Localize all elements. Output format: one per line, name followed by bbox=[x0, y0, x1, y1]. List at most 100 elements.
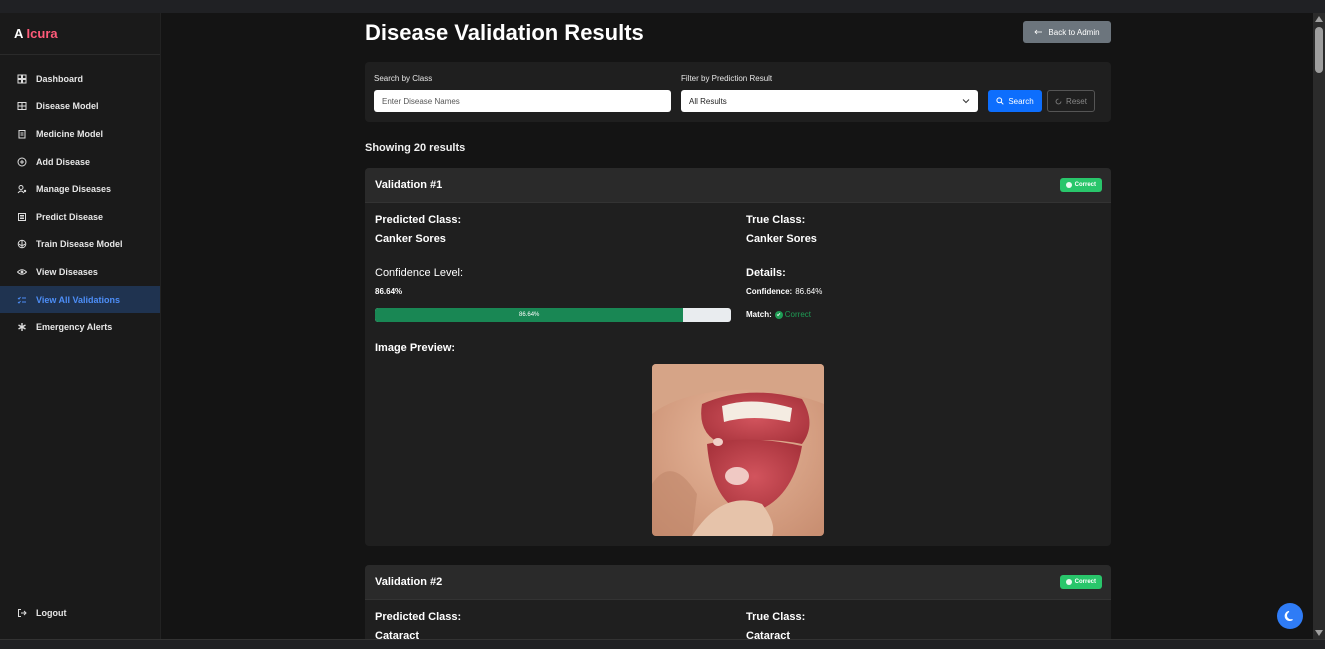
checklist-icon bbox=[16, 294, 27, 305]
image-preview[interactable] bbox=[652, 364, 824, 536]
detail-match: Match: Correct bbox=[746, 310, 811, 319]
arrow-left-icon bbox=[1034, 29, 1043, 35]
detail-confidence-key: Confidence: bbox=[746, 287, 793, 296]
true-class-value: Canker Sores bbox=[746, 233, 817, 245]
confidence-level-value: 86.64% bbox=[375, 287, 403, 296]
eye-icon bbox=[16, 266, 27, 277]
sidebar-item-view-all-validations[interactable]: View All Validations bbox=[0, 285, 160, 314]
validation-title: Validation #2 bbox=[375, 576, 443, 588]
validation-card: Validation #2 Correct Predicted Class: C… bbox=[365, 565, 1111, 639]
sidebar-item-dashboard[interactable]: Dashboard bbox=[0, 65, 160, 93]
match-status: Correct bbox=[774, 310, 812, 319]
main-content: Disease Validation Results Back to Admin… bbox=[162, 13, 1312, 639]
brand-part-b: Icura bbox=[26, 26, 58, 41]
reset-icon bbox=[1055, 98, 1062, 104]
validation-card-header: Validation #1 Correct bbox=[365, 168, 1111, 203]
logout-button[interactable]: Logout bbox=[0, 599, 160, 627]
chevron-down-icon bbox=[962, 99, 970, 104]
asterisk-icon bbox=[16, 322, 27, 333]
sidebar-item-label: Add Disease bbox=[36, 156, 91, 167]
logout-label: Logout bbox=[36, 608, 67, 619]
search-button-label: Search bbox=[1008, 96, 1034, 106]
plus-circle-icon bbox=[16, 156, 27, 167]
list-icon bbox=[16, 211, 27, 222]
confidence-progress-fill: 86.64% bbox=[375, 308, 684, 322]
true-class-label: True Class: bbox=[746, 214, 806, 226]
validation-title: Validation #1 bbox=[375, 179, 443, 191]
browser-top-strip bbox=[0, 0, 1325, 13]
true-class-label: True Class: bbox=[746, 611, 806, 623]
sidebar-item-label: View Diseases bbox=[36, 266, 98, 277]
search-label: Search by Class bbox=[374, 74, 433, 83]
moon-icon bbox=[1284, 610, 1293, 622]
sidebar-item-manage-diseases[interactable]: Manage Diseases bbox=[0, 175, 160, 203]
page-title: Disease Validation Results bbox=[365, 20, 644, 45]
check-circle-icon bbox=[1065, 579, 1072, 585]
scroll-down-arrow-icon[interactable] bbox=[1315, 630, 1323, 636]
predicted-class-label: Predicted Class: bbox=[375, 611, 462, 623]
select-value: All Results bbox=[689, 96, 727, 106]
detail-match-key: Match: bbox=[746, 310, 772, 319]
sidebar-item-label: Dashboard bbox=[36, 73, 84, 84]
sidebar-item-label: Manage Diseases bbox=[36, 184, 112, 195]
search-button[interactable]: Search bbox=[988, 90, 1042, 112]
detail-confidence-value: 86.64% bbox=[795, 287, 823, 296]
details-label: Details: bbox=[746, 267, 786, 279]
sidebar: A Icura Dashboard Disease Model Medicine… bbox=[0, 13, 161, 639]
scrollbar-thumb[interactable] bbox=[1315, 27, 1323, 73]
sidebar-nav: Dashboard Disease Model Medicine Model A… bbox=[0, 65, 160, 341]
sidebar-item-label: Predict Disease bbox=[36, 211, 104, 222]
theme-toggle-button[interactable] bbox=[1277, 603, 1303, 629]
filter-label: Filter by Prediction Result bbox=[681, 74, 773, 83]
status-badge: Correct bbox=[1059, 178, 1102, 192]
sidebar-item-emergency-alerts[interactable]: Emergency Alerts bbox=[0, 313, 160, 341]
back-to-admin-label: Back to Admin bbox=[1048, 27, 1100, 37]
true-class-value: Cataract bbox=[746, 630, 791, 639]
sidebar-item-view-diseases[interactable]: View Diseases bbox=[0, 258, 160, 286]
train-icon bbox=[16, 239, 27, 250]
brand-logo[interactable]: A Icura bbox=[0, 13, 160, 55]
search-input[interactable]: Enter Disease Names bbox=[374, 90, 671, 112]
sidebar-item-add-disease[interactable]: Add Disease bbox=[0, 148, 160, 176]
validation-card: Validation #1 Correct Predicted Class: C… bbox=[365, 168, 1111, 546]
browser-bottom-strip bbox=[0, 639, 1325, 649]
sidebar-item-predict-disease[interactable]: Predict Disease bbox=[0, 203, 160, 231]
prediction-result-select[interactable]: All Results bbox=[681, 90, 978, 112]
detail-confidence: Confidence: 86.64% bbox=[746, 287, 822, 296]
image-preview-label: Image Preview: bbox=[375, 342, 456, 354]
sidebar-item-label: View All Validations bbox=[36, 294, 121, 305]
validation-card-header: Validation #2 Correct bbox=[365, 565, 1111, 600]
search-icon bbox=[996, 97, 1004, 105]
sidebar-item-medicine-model[interactable]: Medicine Model bbox=[0, 120, 160, 148]
check-circle-icon bbox=[1065, 182, 1072, 188]
predicted-class-label: Predicted Class: bbox=[375, 214, 462, 226]
page-scrollbar[interactable] bbox=[1313, 13, 1325, 639]
sidebar-item-disease-model[interactable]: Disease Model bbox=[0, 93, 160, 121]
scroll-up-arrow-icon[interactable] bbox=[1315, 16, 1323, 22]
reset-button[interactable]: Reset bbox=[1047, 90, 1095, 112]
reset-button-label: Reset bbox=[1066, 96, 1087, 106]
confidence-level-label: Confidence Level: bbox=[375, 267, 464, 279]
model-icon bbox=[16, 101, 27, 112]
predicted-class-value: Cataract bbox=[375, 630, 420, 639]
status-badge-label: Correct bbox=[1074, 182, 1096, 188]
sidebar-item-label: Medicine Model bbox=[36, 128, 104, 139]
sidebar-item-label: Train Disease Model bbox=[36, 239, 123, 250]
people-gear-icon bbox=[16, 184, 27, 195]
predicted-class-value: Canker Sores bbox=[375, 233, 446, 245]
sidebar-item-label: Emergency Alerts bbox=[36, 322, 113, 333]
mouth-photo-image bbox=[652, 364, 824, 536]
status-badge-label: Correct bbox=[1074, 579, 1096, 585]
results-count: Showing 20 results bbox=[365, 142, 466, 154]
back-to-admin-button[interactable]: Back to Admin bbox=[1023, 21, 1111, 43]
search-placeholder: Enter Disease Names bbox=[382, 96, 460, 106]
logout-icon bbox=[16, 608, 27, 619]
brand-part-a: A bbox=[14, 26, 23, 41]
sidebar-item-label: Disease Model bbox=[36, 101, 99, 112]
filter-panel: Search by Class Enter Disease Names Filt… bbox=[365, 62, 1111, 122]
check-circle-icon bbox=[774, 310, 783, 319]
clipboard-icon bbox=[16, 128, 27, 139]
speedometer-icon bbox=[16, 73, 27, 84]
sidebar-item-train-disease-model[interactable]: Train Disease Model bbox=[0, 231, 160, 259]
match-status-label: Correct bbox=[784, 310, 812, 319]
